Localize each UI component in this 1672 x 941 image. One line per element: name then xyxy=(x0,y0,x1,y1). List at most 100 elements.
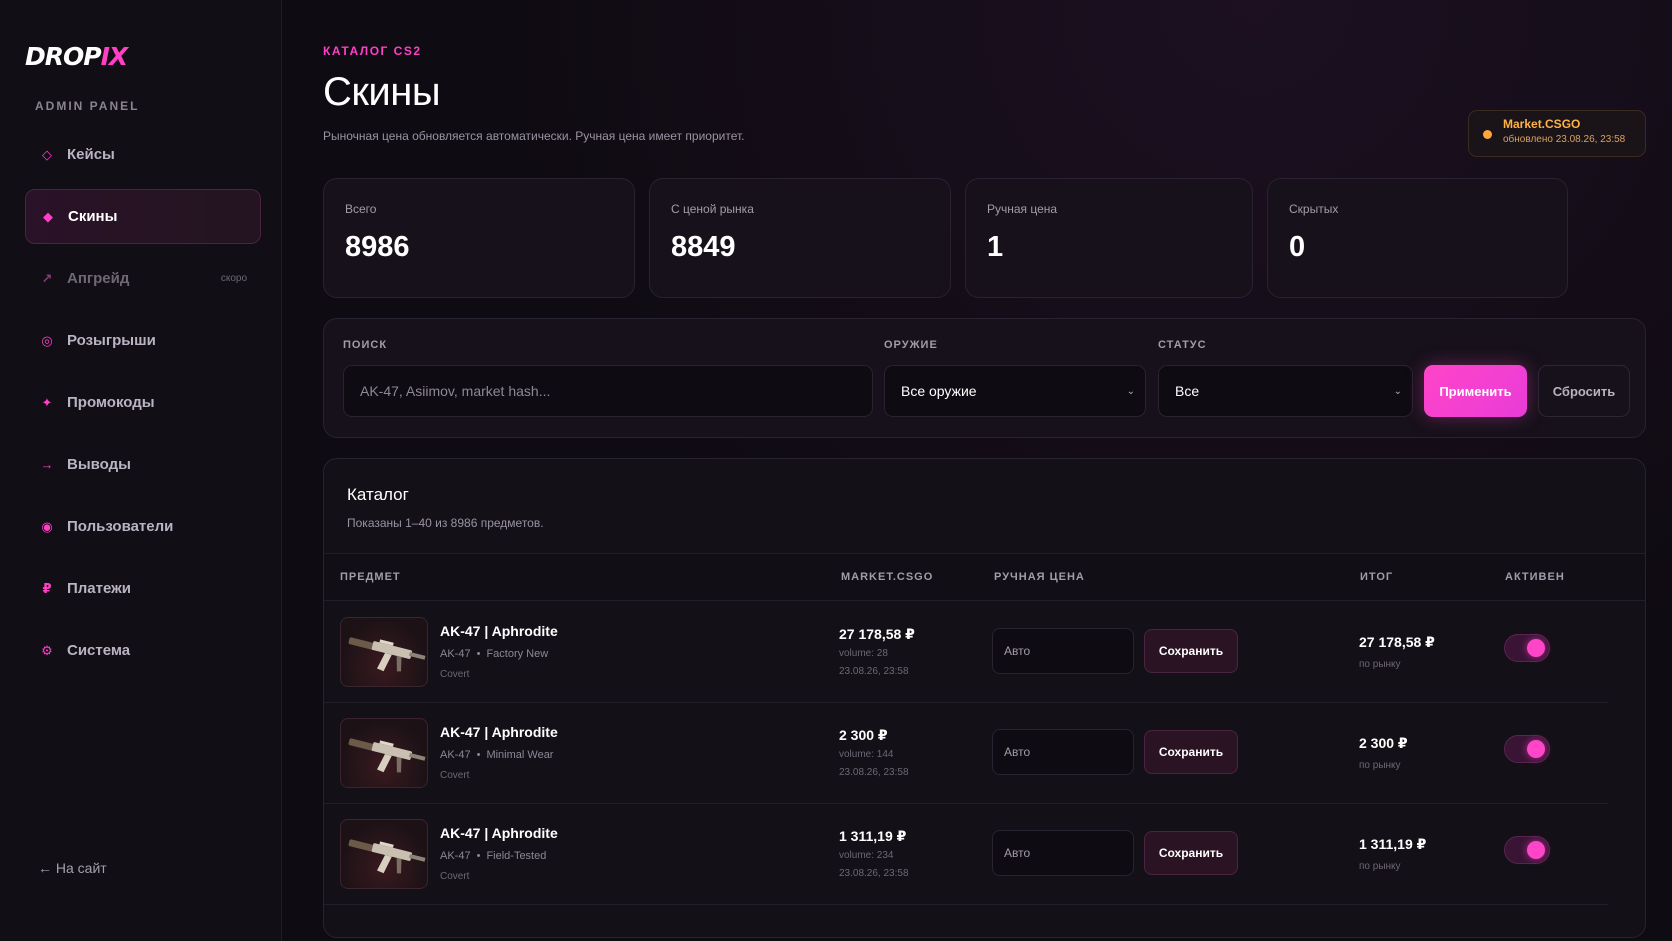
column-header-total[interactable]: ИТОГ xyxy=(1360,571,1393,583)
active-toggle[interactable] xyxy=(1504,735,1550,763)
column-header-item[interactable]: ПРЕДМЕТ xyxy=(340,571,401,583)
sidebar-item-payments[interactable]: ₽ Платежи xyxy=(25,561,261,616)
market-volume: volume: 234 xyxy=(839,850,894,861)
market-updated: 23.08.26, 23:58 xyxy=(839,868,909,879)
stat-label: Ручная цена xyxy=(987,202,1058,216)
admin-panel-label: ADMIN PANEL xyxy=(35,99,140,113)
manual-price-input[interactable]: Авто xyxy=(992,830,1134,876)
column-header-active[interactable]: АКТИВЕН xyxy=(1505,571,1565,583)
weapon-select-value: Все оружие xyxy=(901,383,977,399)
stat-card-hidden: Скрытых 0 xyxy=(1267,178,1568,298)
diamond-filled-icon: ◆ xyxy=(43,208,53,224)
catalog-subtitle: Показаны 1–40 из 8986 предметов. xyxy=(347,516,544,530)
item-wear: Field-Tested xyxy=(486,850,547,862)
sidebar-item-label: Выводы xyxy=(67,456,131,473)
item-wear: Minimal Wear xyxy=(486,749,554,761)
stat-value: 1 xyxy=(987,231,1004,263)
meta-separator: • xyxy=(476,850,481,862)
stat-value: 8849 xyxy=(671,231,736,263)
catalog-title: Каталог xyxy=(347,485,409,504)
sidebar-nav: ◇ Кейсы ◆ Скины ↗ Апгрейд скоро ◎ Розыгр… xyxy=(25,127,261,678)
item-name[interactable]: AK-47 | Aphrodite xyxy=(440,623,558,639)
weapon-label: ОРУЖИЕ xyxy=(884,339,938,351)
stat-card-manual-price: Ручная цена 1 xyxy=(965,178,1253,298)
active-toggle[interactable] xyxy=(1504,836,1550,864)
toggle-knob xyxy=(1527,841,1545,859)
market-status-badge[interactable]: Market.CSGO обновлено 23.08.26, 23:58 xyxy=(1468,110,1646,157)
logo-main: DROP xyxy=(25,42,102,71)
market-updated: 23.08.26, 23:58 xyxy=(839,666,909,677)
sidebar: DROPIX ADMIN PANEL ◇ Кейсы ◆ Скины ↗ Апг… xyxy=(0,0,282,941)
save-button[interactable]: Сохранить xyxy=(1144,831,1238,875)
total-source: по рынку xyxy=(1359,760,1401,771)
arrow-right-icon: → xyxy=(40,457,54,472)
sidebar-item-label: Промокоды xyxy=(67,394,155,411)
total-price: 27 178,58 ₽ xyxy=(1359,634,1435,650)
logo[interactable]: DROPIX xyxy=(25,42,261,72)
sidebar-item-users[interactable]: ◉ Пользователи xyxy=(25,499,261,554)
main-content: КАТАЛОГ CS2 Скины Рыночная цена обновляе… xyxy=(282,0,1672,941)
save-button[interactable]: Сохранить xyxy=(1144,629,1238,673)
market-name: Market.CSGO xyxy=(1503,117,1581,131)
diamond-outline-icon: ◇ xyxy=(42,146,52,162)
filters-panel: ПОИСК AK-47, Asiimov, market hash... ОРУ… xyxy=(323,318,1646,438)
save-button[interactable]: Сохранить xyxy=(1144,730,1238,774)
total-price: 1 311,19 ₽ xyxy=(1359,836,1427,852)
column-header-market[interactable]: MARKET.CSGO xyxy=(841,571,933,583)
sidebar-item-promocodes[interactable]: ✦ Промокоды xyxy=(25,375,261,430)
page-title: Скины xyxy=(323,70,441,114)
sidebar-item-skins[interactable]: ◆ Скины xyxy=(25,189,261,244)
market-price: 1 311,19 ₽ xyxy=(839,828,907,844)
status-select-value: Все xyxy=(1175,383,1200,399)
item-weapon: AK-47 xyxy=(440,850,471,862)
catalog-panel: Каталог Показаны 1–40 из 8986 предметов.… xyxy=(323,458,1646,938)
item-name[interactable]: AK-47 | Aphrodite xyxy=(440,724,558,740)
sidebar-item-giveaways[interactable]: ◎ Розыгрыши xyxy=(25,313,261,368)
manual-price-input[interactable]: Авто xyxy=(992,628,1134,674)
sidebar-item-system[interactable]: ⚙ Система xyxy=(25,623,261,678)
search-label: ПОИСК xyxy=(343,339,388,351)
item-name[interactable]: AK-47 | Aphrodite xyxy=(440,825,558,841)
market-updated: 23.08.26, 23:58 xyxy=(839,767,909,778)
stat-label: Всего xyxy=(345,202,377,216)
table-header: ПРЕДМЕТ MARKET.CSGO РУЧНАЯ ЦЕНА ИТОГ АКТ… xyxy=(324,553,1645,601)
total-source: по рынку xyxy=(1359,861,1401,872)
page-eyebrow: КАТАЛОГ CS2 xyxy=(323,44,422,58)
reset-button[interactable]: Сбросить xyxy=(1538,365,1630,417)
meta-separator: • xyxy=(476,648,481,660)
skin-thumbnail xyxy=(340,819,428,889)
sidebar-item-withdrawals[interactable]: → Выводы xyxy=(25,437,261,492)
status-label: СТАТУС xyxy=(1158,339,1207,351)
sidebar-item-cases[interactable]: ◇ Кейсы xyxy=(25,127,261,182)
stat-label: С ценой рынка xyxy=(671,202,754,216)
sidebar-item-upgrade[interactable]: ↗ Апгрейд скоро xyxy=(25,251,261,306)
ruble-icon: ₽ xyxy=(42,580,52,596)
user-dot-icon: ◉ xyxy=(41,518,53,534)
circle-target-icon: ◎ xyxy=(41,332,53,348)
search-input[interactable]: AK-47, Asiimov, market hash... xyxy=(343,365,873,417)
apply-button[interactable]: Применить xyxy=(1424,365,1527,417)
sidebar-item-label: Пользователи xyxy=(67,518,174,535)
market-volume: volume: 144 xyxy=(839,749,894,760)
active-toggle[interactable] xyxy=(1504,634,1550,662)
market-volume: volume: 28 xyxy=(839,648,888,659)
sidebar-item-label: Апгрейд xyxy=(67,270,130,287)
market-price: 27 178,58 ₽ xyxy=(839,626,915,642)
sparkle-icon: ✦ xyxy=(41,394,53,410)
toggle-knob xyxy=(1527,639,1545,657)
table-row: AK-47 | Aphrodite AK-47 • Field-Tested Cov… xyxy=(324,804,1608,905)
market-price: 2 300 ₽ xyxy=(839,727,888,743)
item-rarity: Covert xyxy=(440,669,470,680)
manual-price-input[interactable]: Авто xyxy=(992,729,1134,775)
weapon-select[interactable]: Все оружие ⌄ xyxy=(884,365,1146,417)
sidebar-item-label: Система xyxy=(67,642,131,659)
total-source: по рынку xyxy=(1359,659,1401,670)
page-subtitle: Рыночная цена обновляется автоматически.… xyxy=(323,129,745,143)
sidebar-item-label: Платежи xyxy=(67,580,131,597)
back-to-site-link[interactable]: ← На сайт xyxy=(38,860,107,876)
chevron-down-icon: ⌄ xyxy=(1126,385,1135,397)
item-meta: AK-47 • Minimal Wear xyxy=(440,749,553,761)
rifle-icon xyxy=(348,839,426,874)
column-header-manual-price[interactable]: РУЧНАЯ ЦЕНА xyxy=(994,571,1085,583)
status-select[interactable]: Все ⌄ xyxy=(1158,365,1413,417)
